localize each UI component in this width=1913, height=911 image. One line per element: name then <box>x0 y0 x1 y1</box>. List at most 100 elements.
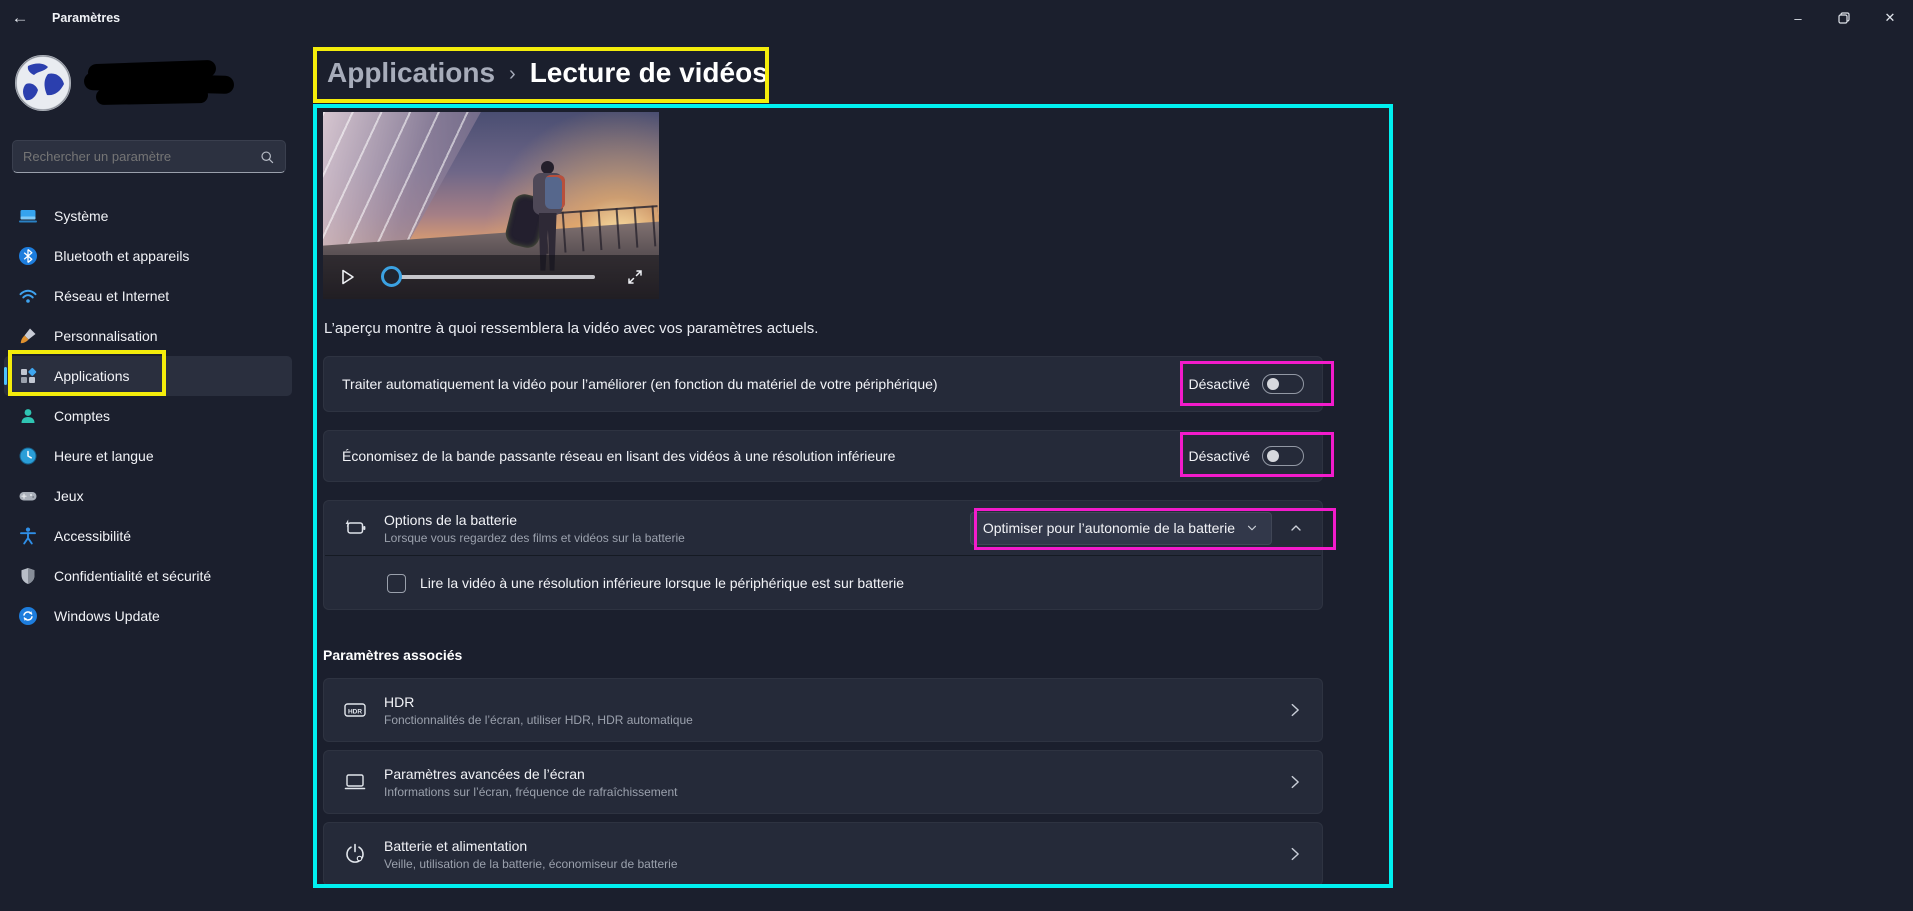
svg-text:HDR: HDR <box>348 708 362 715</box>
save-bandwidth-toggle-group: Désactivé <box>1189 446 1304 466</box>
bluetooth-icon <box>19 247 37 265</box>
chevron-up-icon <box>1291 525 1301 531</box>
back-button[interactable]: ← <box>0 0 40 36</box>
brush-icon <box>20 328 36 344</box>
related-item-battery-power[interactable]: Batterie et alimentation Veille, utilisa… <box>323 822 1323 886</box>
back-arrow-icon: ← <box>11 8 29 27</box>
minimize-button[interactable]: – <box>1775 0 1821 36</box>
toggle-state-label: Désactivé <box>1188 376 1250 392</box>
user-avatar-globe <box>15 55 71 111</box>
low-res-checkbox[interactable] <box>387 573 406 593</box>
accessibility-icon <box>20 527 36 545</box>
battery-options-collapse-button[interactable] <box>1288 520 1304 536</box>
seek-thumb[interactable] <box>381 266 402 287</box>
sidebar-item-label: Jeux <box>54 488 84 504</box>
page-title: Lecture de vidéos <box>529 57 768 88</box>
user-account[interactable] <box>14 54 284 118</box>
battery-video-icon <box>345 519 366 534</box>
preview-caption: L’aperçu montre à quoi ressemblera la vi… <box>324 320 819 337</box>
titlebar: ← Paramètres – ✕ <box>0 0 1913 36</box>
sidebar-item-bluetooth[interactable]: Bluetooth et appareils <box>4 236 292 276</box>
breadcrumb: Applications › Lecture de vidéos <box>327 57 768 89</box>
toggle-state-label: Désactivé <box>1188 448 1250 464</box>
sidebar-item-heure-langue[interactable]: Heure et langue <box>4 436 292 476</box>
save-bandwidth-toggle[interactable] <box>1262 446 1304 466</box>
video-controls <box>323 255 659 299</box>
fullscreen-icon[interactable] <box>625 267 645 287</box>
sidebar-nav: Système Bluetooth et appareils Réseau et… <box>4 196 292 636</box>
related-item-subtitle: Veille, utilisation de la batterie, écon… <box>384 856 678 871</box>
minimize-icon: – <box>1794 10 1802 26</box>
sidebar-item-confidentialite[interactable]: Confidentialité et sécurité <box>4 556 292 596</box>
update-icon <box>19 607 37 625</box>
breadcrumb-separator-icon: › <box>509 63 516 85</box>
restore-button[interactable] <box>1821 0 1867 36</box>
wifi-icon <box>19 289 37 303</box>
redacted-user-name <box>95 87 209 105</box>
apps-icon <box>21 367 37 383</box>
sidebar-item-label: Système <box>54 208 109 224</box>
window-title: Paramètres <box>52 11 121 25</box>
sidebar-item-label: Bluetooth et appareils <box>54 248 190 264</box>
sidebar-item-jeux[interactable]: Jeux <box>4 476 292 516</box>
setting-label: Traiter automatiquement la vidéo pour l’… <box>342 376 938 392</box>
close-button[interactable]: ✕ <box>1867 0 1913 36</box>
battery-mode-selected-value: Optimiser pour l’autonomie de la batteri… <box>982 520 1235 536</box>
chevron-down-icon <box>1247 525 1257 531</box>
sidebar-item-comptes[interactable]: Comptes <box>4 396 292 436</box>
related-item-title: Paramètres avancées de l’écran <box>384 765 585 782</box>
video-seek-slider[interactable] <box>381 266 595 287</box>
video-preview <box>323 112 659 299</box>
battery-options-subtitle: Lorsque vous regardez des films et vidéo… <box>384 530 685 545</box>
sidebar-item-reseau[interactable]: Réseau et Internet <box>4 276 292 316</box>
power-icon <box>346 843 364 863</box>
search-input[interactable] <box>23 149 259 164</box>
sidebar-item-applications[interactable]: Applications <box>4 356 292 396</box>
setting-save-bandwidth: Économisez de la bande passante réseau e… <box>323 430 1323 482</box>
related-item-advanced-display[interactable]: Paramètres avancées de l’écran Informati… <box>323 750 1323 814</box>
account-icon <box>21 409 35 423</box>
search-box <box>12 140 286 173</box>
sidebar-item-label: Windows Update <box>54 608 160 624</box>
system-icon <box>19 210 37 223</box>
display-icon <box>344 774 366 790</box>
chevron-right-icon <box>1291 703 1299 717</box>
setting-process-video: Traiter automatiquement la vidéo pour l’… <box>323 356 1323 412</box>
sidebar-item-windows-update[interactable]: Windows Update <box>4 596 292 636</box>
play-icon[interactable] <box>337 267 357 287</box>
related-settings-heading: Paramètres associés <box>323 647 463 663</box>
breadcrumb-applications[interactable]: Applications <box>327 57 495 89</box>
sidebar-item-label: Comptes <box>54 408 111 424</box>
gamepad-icon <box>19 492 37 501</box>
toggle-knob <box>1267 378 1279 390</box>
sidebar: Système Bluetooth et appareils Réseau et… <box>0 36 300 911</box>
related-item-hdr[interactable]: HDR HDR Fonctionnalités de l’écran, util… <box>323 678 1323 742</box>
sidebar-item-systeme[interactable]: Système <box>4 196 292 236</box>
related-item-title: Batterie et alimentation <box>384 837 528 854</box>
clock-icon <box>19 447 37 465</box>
related-item-title: HDR <box>384 693 415 710</box>
sidebar-item-label: Applications <box>54 368 130 384</box>
window-controls: – ✕ <box>1775 0 1913 36</box>
process-video-toggle-group: Désactivé <box>1189 374 1304 394</box>
restore-icon <box>1838 12 1850 24</box>
related-item-subtitle: Fonctionnalités de l’écran, utiliser HDR… <box>384 712 693 727</box>
process-video-toggle[interactable] <box>1262 374 1304 394</box>
battery-options-title: Options de la batterie <box>384 511 518 528</box>
sidebar-item-accessibilite[interactable]: Accessibilité <box>4 516 292 556</box>
setting-battery-options-group: Options de la batterie Lorsque vous rega… <box>323 500 1323 610</box>
sidebar-item-label: Heure et langue <box>54 448 154 464</box>
battery-mode-dropdown[interactable]: Optimiser pour l’autonomie de la batteri… <box>969 511 1272 545</box>
sidebar-item-personnalisation[interactable]: Personnalisation <box>4 316 292 356</box>
settings-window: ← Paramètres – ✕ Rechercher un paramètre… <box>0 0 1913 911</box>
shield-icon <box>21 568 35 584</box>
hdr-icon: HDR <box>344 703 366 717</box>
sidebar-item-label: Accessibilité <box>54 528 132 544</box>
setting-label: Économisez de la bande passante réseau e… <box>342 448 896 464</box>
search-icon <box>261 150 274 163</box>
low-res-checkbox-label: Lire la vidéo à une résolution inférieur… <box>420 575 905 591</box>
toggle-knob <box>1267 450 1279 462</box>
sidebar-item-label: Confidentialité et sécurité <box>54 568 212 584</box>
sidebar-item-label: Personnalisation <box>54 328 158 344</box>
close-icon: ✕ <box>1884 10 1896 25</box>
